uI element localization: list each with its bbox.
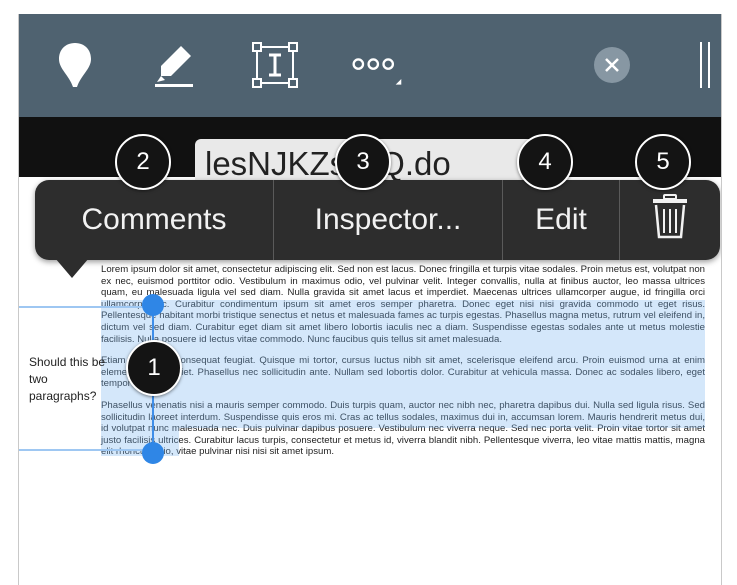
callout-2: 2	[115, 134, 171, 190]
delete-menu-item[interactable]	[620, 180, 720, 260]
inspector-menu-item[interactable]: Inspector...	[274, 180, 502, 260]
more-icon[interactable]	[349, 40, 405, 90]
trash-icon	[650, 193, 690, 247]
text-box-icon[interactable]	[249, 40, 301, 90]
text-selection-highlight-tail	[101, 428, 179, 456]
context-menu: Comments Inspector... Edit	[35, 180, 720, 260]
highlighter-icon[interactable]	[151, 40, 199, 90]
selection-end-handle[interactable]	[142, 442, 164, 464]
text-selection-highlight	[101, 300, 705, 428]
selection-start-handle[interactable]	[142, 294, 164, 316]
comment-connector-bottom	[19, 449, 153, 451]
callout-1: 1	[126, 340, 182, 396]
sidebar-handle-icon[interactable]	[695, 40, 715, 90]
edit-menu-item[interactable]: Edit	[503, 180, 619, 260]
callout-3: 3	[335, 134, 391, 190]
context-menu-pointer	[55, 258, 89, 278]
toolbar	[19, 14, 721, 117]
pin-icon[interactable]	[53, 40, 97, 90]
app-frame: lesNJKZstNQ.do Lorem ipsum dolor sit ame…	[18, 14, 722, 585]
comment-note[interactable]: Should this be two paragraphs?	[29, 354, 113, 405]
callout-4: 4	[517, 134, 573, 190]
callout-5: 5	[635, 134, 691, 190]
comments-menu-item[interactable]: Comments	[35, 180, 273, 260]
comment-connector-top	[19, 306, 153, 308]
close-icon[interactable]	[589, 40, 635, 90]
